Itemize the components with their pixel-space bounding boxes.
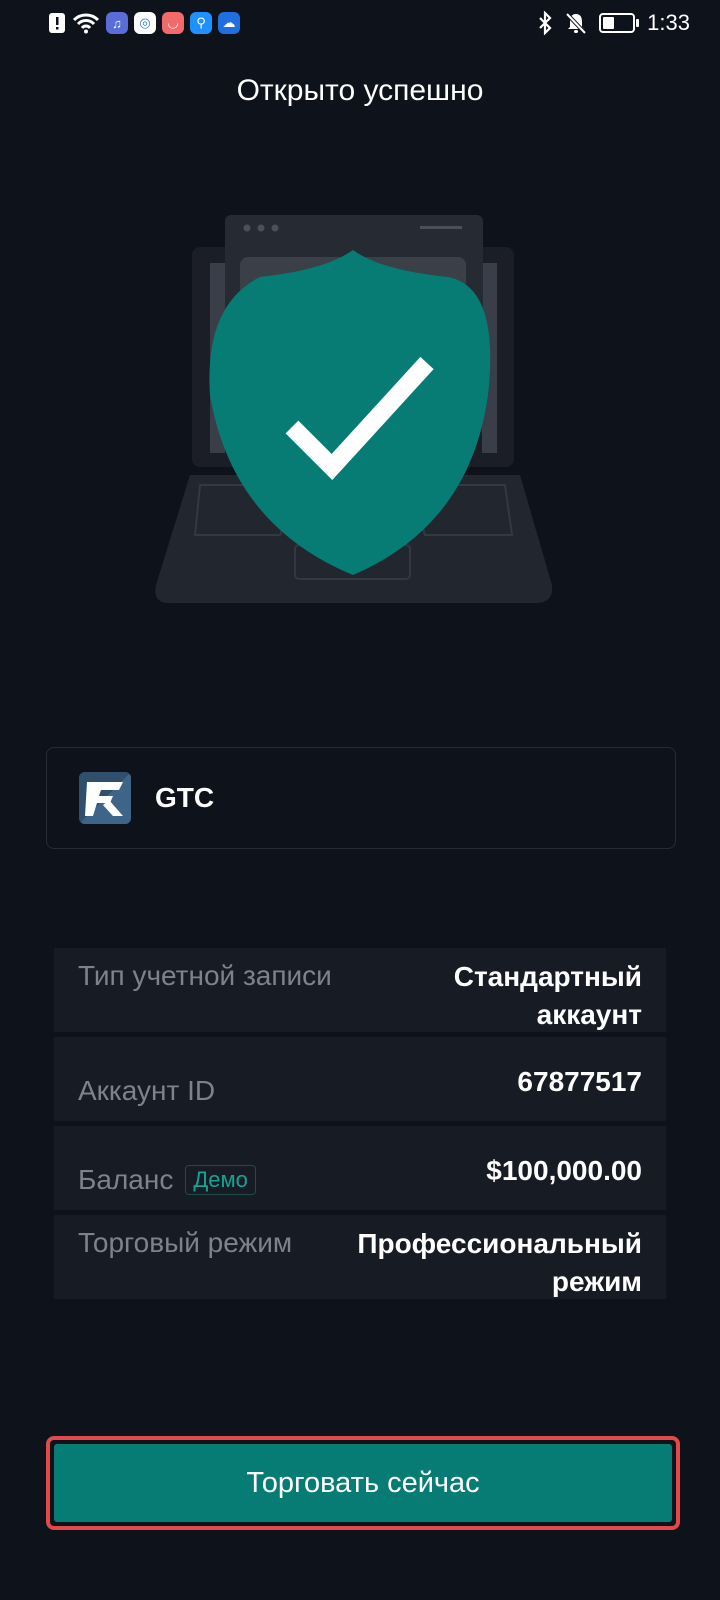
trading-mode-row: Торговый режим Профессиональный режим (54, 1215, 666, 1299)
broker-name: GTC (155, 782, 215, 813)
trading-mode-value: Профессиональный режим (357, 1228, 642, 1297)
browser-app-icon: ◎ (134, 12, 156, 34)
trade-now-button[interactable]: Торговать сейчас (54, 1444, 672, 1522)
cloud-app-icon: ☁ (218, 12, 240, 34)
alert-icon (49, 13, 65, 33)
account-id-value: 67877517 (517, 1066, 642, 1097)
shield-check-illustration (155, 215, 553, 603)
shop-app-icon: ◡ (162, 12, 184, 34)
account-type-row: Тип учетной записи Стандартный аккаунт (54, 948, 666, 1032)
status-time: 1:33 (647, 10, 690, 35)
account-id-row: Аккаунт ID 67877517 (54, 1037, 666, 1121)
balance-row: Баланс Демо $100,000.00 (54, 1126, 666, 1210)
account-type-label: Тип учетной записи (78, 960, 332, 991)
balance-label-group: Баланс Демо (78, 1150, 256, 1210)
trade-now-highlight: Торговать сейчас (46, 1436, 680, 1530)
search-app-icon: ⚲ (190, 12, 212, 34)
wifi-icon (72, 13, 100, 34)
bluetooth-icon (539, 11, 552, 35)
status-bar: ♫ ◎ ◡ ⚲ ☁ 1:33 (0, 0, 720, 48)
balance-label: Баланс (78, 1164, 174, 1195)
account-info-table: Тип учетной записи Стандартный аккаунт А… (54, 948, 666, 1304)
page-title: Открыто успешно (236, 74, 484, 107)
music-app-icon: ♫ (106, 12, 128, 34)
account-type-value: Стандартный аккаунт (453, 961, 642, 1030)
trading-mode-label: Торговый режим (78, 1227, 293, 1258)
broker-card[interactable]: GTC (46, 747, 676, 849)
demo-badge: Демо (185, 1165, 256, 1195)
account-id-label: Аккаунт ID (78, 1075, 216, 1106)
broker-logo (79, 772, 131, 824)
balance-value: $100,000.00 (486, 1155, 642, 1186)
bell-off-icon (565, 12, 587, 35)
battery-icon (599, 13, 640, 33)
